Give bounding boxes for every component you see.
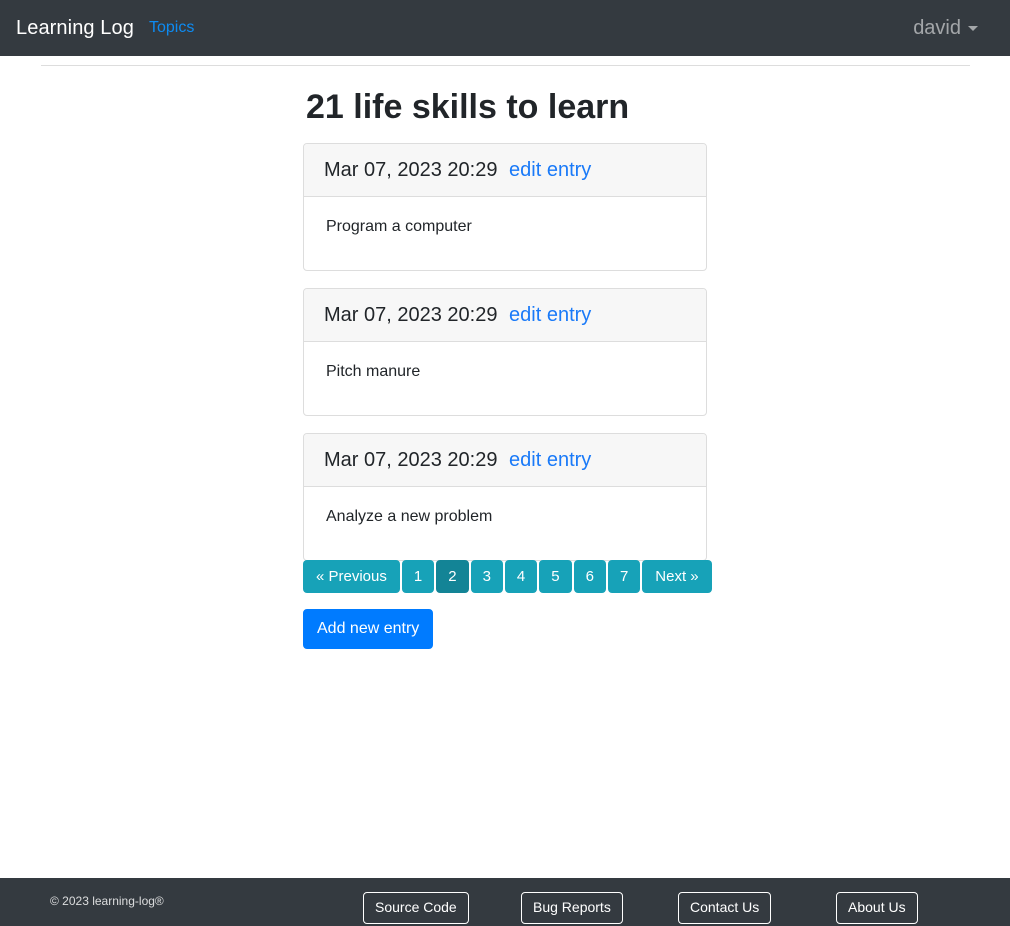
pagination-page-7[interactable]: 7 [607, 560, 641, 593]
navbar: Learning Log Topics david [0, 0, 1010, 56]
pagination-next-button[interactable]: Next » [642, 560, 712, 593]
pagination-page-4[interactable]: 4 [504, 560, 538, 593]
navbar-right-section: david [913, 17, 994, 40]
content-divider [41, 65, 970, 66]
pagination-page-1[interactable]: 1 [401, 560, 435, 593]
footer-button-contact-us[interactable]: Contact Us [678, 892, 772, 924]
pagination: « Previous 1 2 3 4 5 6 7 Next » [303, 560, 712, 593]
edit-entry-link[interactable]: edit entry [509, 304, 591, 326]
pagination-page-3[interactable]: 3 [470, 560, 503, 593]
page-title: 21 life skills to learn [306, 88, 630, 126]
edit-entry-link[interactable]: edit entry [509, 449, 591, 471]
user-dropdown[interactable]: david [913, 17, 978, 40]
entry-card-header: Mar 07, 2023 20:29 edit entry [304, 144, 706, 197]
footer-button-source-code[interactable]: Source Code [363, 892, 469, 924]
footer-button-bug-reports[interactable]: Bug Reports [521, 892, 623, 924]
user-dropdown-label: david [913, 16, 961, 39]
entries-list: Mar 07, 2023 20:29 edit entry Program a … [303, 143, 707, 578]
entry-date: Mar 07, 2023 20:29 [324, 449, 498, 471]
footer-copyright: © 2023 learning-log® [50, 894, 164, 908]
entry-card-header: Mar 07, 2023 20:29 edit entry [304, 289, 706, 342]
footer: © 2023 learning-log® Source Code Bug Rep… [0, 878, 1010, 926]
entry-text: Analyze a new problem [326, 508, 493, 525]
entry-text: Program a computer [326, 218, 472, 235]
entry-card: Mar 07, 2023 20:29 edit entry Pitch manu… [303, 288, 707, 416]
entry-card: Mar 07, 2023 20:29 edit entry Program a … [303, 143, 707, 271]
entry-date: Mar 07, 2023 20:29 [324, 304, 498, 326]
pagination-previous-button[interactable]: « Previous [303, 560, 400, 593]
entry-date: Mar 07, 2023 20:29 [324, 159, 498, 181]
edit-entry-link[interactable]: edit entry [509, 159, 591, 181]
navbar-brand[interactable]: Learning Log [16, 18, 134, 38]
pagination-page-5[interactable]: 5 [539, 560, 572, 593]
entry-text: Pitch manure [326, 363, 421, 380]
chevron-down-icon [968, 25, 978, 31]
entry-card: Mar 07, 2023 20:29 edit entry Analyze a … [303, 433, 707, 561]
pagination-page-6[interactable]: 6 [573, 560, 606, 593]
entry-card-header: Mar 07, 2023 20:29 edit entry [304, 434, 706, 487]
footer-button-about-us[interactable]: About Us [836, 892, 918, 924]
pagination-page-2[interactable]: 2 [436, 560, 469, 593]
add-new-entry-button[interactable]: Add new entry [303, 609, 434, 650]
nav-link-topics[interactable]: Topics [149, 19, 194, 37]
